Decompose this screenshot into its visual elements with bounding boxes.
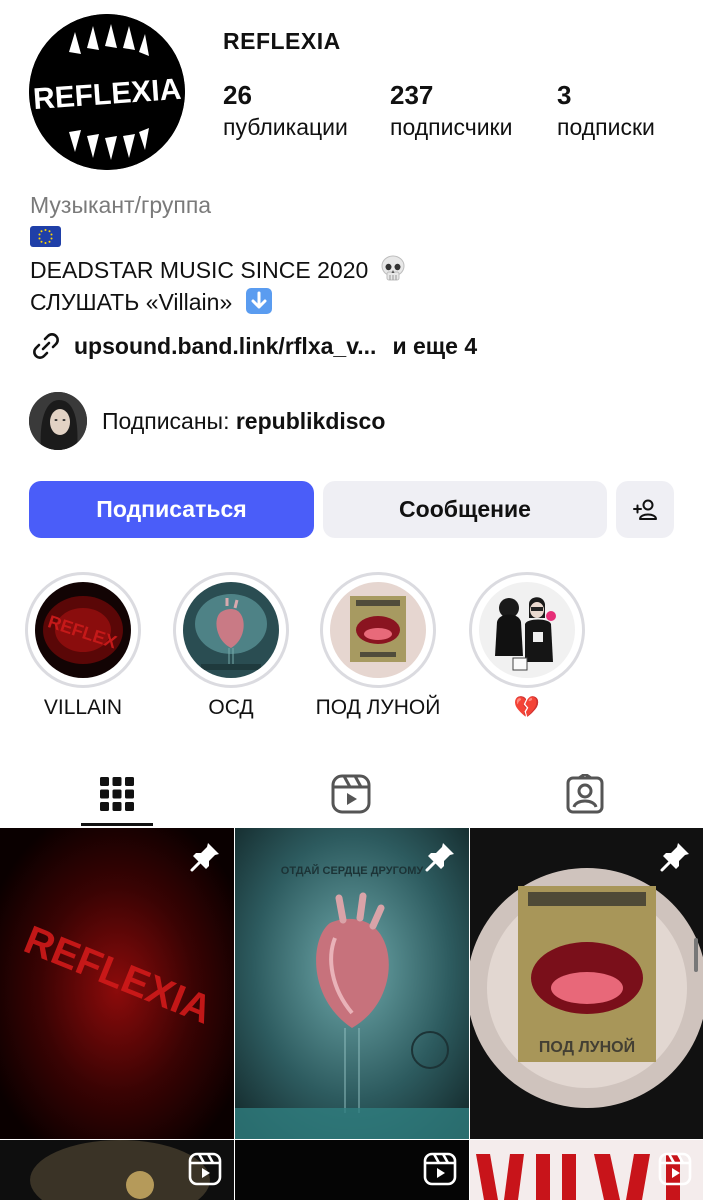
follow-button[interactable]: Подписаться [29,481,314,538]
down-arrow-icon [245,288,272,314]
pin-icon [425,843,454,872]
highlight-pod-lunoy[interactable]: ПОД ЛУНОЙ [316,572,440,722]
highlight-villain[interactable]: REFLEX VILLAIN [25,572,141,722]
grid-icon [100,777,134,811]
post-image: ОТДАЙ СЕРДЦЕ ДРУГОМУ [235,828,469,1139]
reel-icon [658,1152,692,1186]
eu-flag-icon [30,226,61,247]
bio-line-1: DEADSTAR MUSIC SINCE 2020 [30,255,407,285]
tagged-icon [566,774,604,814]
posts-grid: REFLEXIA ОТДАЙ СЕРДЦЕ ДРУГОМУ ПОД ЛУНОЙ [0,828,703,1200]
post-image-text: ОТДАЙ СЕРДЦЕ ДРУГОМУ [281,864,424,877]
bio-line-2-text: СЛУШАТЬ «Villain» [30,289,233,315]
pin-icon [660,843,689,872]
pin-icon [190,843,219,872]
post-tile-4[interactable] [0,1140,234,1200]
following-count-value: 3 [557,80,572,110]
post-tile-6[interactable] [470,1140,703,1200]
profile-username: REFLEXIA [223,28,341,54]
bio-line-1-text: DEADSTAR MUSIC SINCE 2020 [30,257,369,283]
reels-icon [331,774,371,814]
highlight-ring [469,572,585,688]
posts-count-value: 26 [223,80,252,110]
tab-tagged[interactable] [468,760,702,828]
highlight-cover: REFLEX [35,582,131,678]
posts-count-label: публикации [223,114,348,140]
followers-count-value: 237 [390,80,434,110]
reel-icon [423,1152,457,1186]
highlight-label: ОСД [208,696,254,719]
link-icon [33,333,59,359]
highlight-cover [330,582,426,678]
followed-by-text: Подписаны: republikdisco [102,408,385,435]
skull-icon [381,255,405,281]
profile-tabs [0,760,703,828]
tab-active-indicator [81,823,153,826]
following-count[interactable]: 3 подписки [557,80,655,144]
post-tile-2[interactable]: ОТДАЙ СЕРДЦЕ ДРУГОМУ [235,828,469,1139]
tab-grid[interactable] [0,760,234,828]
highlight-broken-heart[interactable]: 💔 [469,572,585,722]
post-image-text: ПОД ЛУНОЙ [539,1037,635,1056]
profile-category: Музыкант/группа [30,192,212,218]
followed-by[interactable]: Подписаны: republikdisco [29,392,385,450]
highlight-osd[interactable]: ОСД [173,572,289,722]
post-image: REFLEXIA [0,828,234,1139]
suggested-users-button[interactable] [616,481,674,538]
tab-reels[interactable] [234,760,468,828]
followed-by-prefix: Подписаны: [102,407,230,434]
highlight-ring [320,572,436,688]
highlight-cover [479,582,575,678]
post-tile-3[interactable]: ПОД ЛУНОЙ [470,828,703,1139]
profile-avatar[interactable]: REFLEXIA [29,14,185,170]
bio-link-more[interactable]: и еще 4 [392,333,477,360]
bio-link[interactable]: upsound.band.link/rflxa_v... и еще 4 [30,330,477,362]
bio-line-2: СЛУШАТЬ «Villain» [30,287,273,317]
followers-count-label: подписчики [390,114,513,140]
highlight-label: VILLAIN [43,696,123,719]
highlight-cover [183,582,279,678]
highlight-label: 💔 [513,696,541,719]
posts-count[interactable]: 26 публикации [223,80,348,144]
highlight-ring [173,572,289,688]
highlight-ring: REFLEX [25,572,141,688]
followed-by-user[interactable]: republikdisco [236,408,386,434]
reel-icon [188,1152,222,1186]
followers-count[interactable]: 237 подписчики [390,80,512,144]
followed-by-avatar [29,392,87,450]
bio-link-text[interactable]: upsound.band.link/rflxa_v... [74,333,376,360]
following-count-label: подписки [557,114,655,140]
add-person-icon [633,499,657,520]
post-tile-5[interactable] [235,1140,469,1200]
post-image: ПОД ЛУНОЙ [470,828,703,1139]
message-button[interactable]: Сообщение [323,481,607,538]
post-tile-1[interactable]: REFLEXIA [0,828,234,1139]
highlight-label: ПОД ЛУНОЙ [315,696,441,719]
